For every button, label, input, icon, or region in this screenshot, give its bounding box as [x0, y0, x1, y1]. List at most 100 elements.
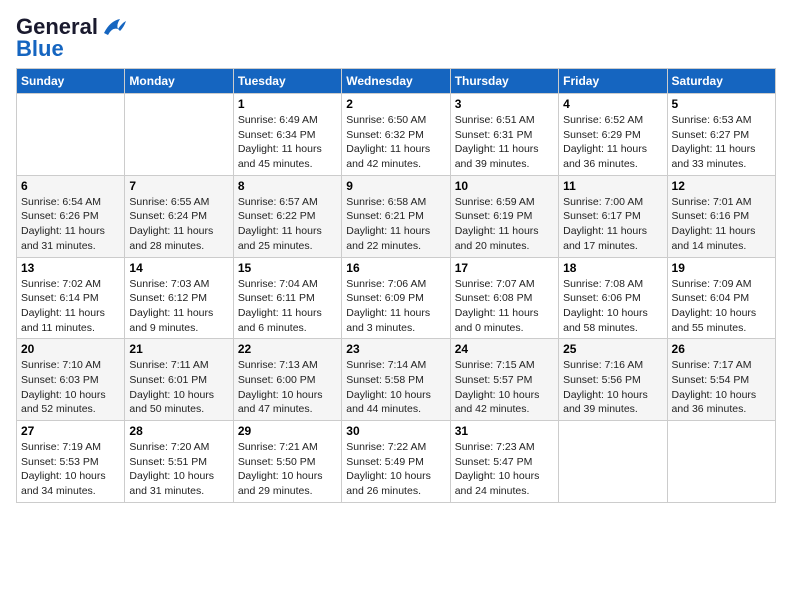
calendar-week-row: 20 Sunrise: 7:10 AM Sunset: 6:03 PM Dayli… — [17, 339, 776, 421]
calendar-week-row: 13 Sunrise: 7:02 AM Sunset: 6:14 PM Dayli… — [17, 257, 776, 339]
day-number: 11 — [563, 179, 662, 193]
calendar-day-cell: 13 Sunrise: 7:02 AM Sunset: 6:14 PM Dayli… — [17, 257, 125, 339]
day-info: Sunrise: 7:20 AM Sunset: 5:51 PM Dayligh… — [129, 440, 228, 499]
day-info: Sunrise: 7:19 AM Sunset: 5:53 PM Dayligh… — [21, 440, 120, 499]
weekday-header: Sunday — [17, 69, 125, 94]
logo-general: General — [16, 16, 98, 38]
day-number: 19 — [672, 261, 771, 275]
day-number: 24 — [455, 342, 554, 356]
day-info: Sunrise: 6:55 AM Sunset: 6:24 PM Dayligh… — [129, 195, 228, 254]
day-info: Sunrise: 6:52 AM Sunset: 6:29 PM Dayligh… — [563, 113, 662, 172]
day-info: Sunrise: 7:23 AM Sunset: 5:47 PM Dayligh… — [455, 440, 554, 499]
calendar-day-cell: 9 Sunrise: 6:58 AM Sunset: 6:21 PM Daylig… — [342, 175, 450, 257]
calendar-day-cell: 11 Sunrise: 7:00 AM Sunset: 6:17 PM Dayli… — [559, 175, 667, 257]
day-number: 7 — [129, 179, 228, 193]
day-info: Sunrise: 7:01 AM Sunset: 6:16 PM Dayligh… — [672, 195, 771, 254]
day-info: Sunrise: 7:08 AM Sunset: 6:06 PM Dayligh… — [563, 277, 662, 336]
day-number: 10 — [455, 179, 554, 193]
calendar-day-cell: 16 Sunrise: 7:06 AM Sunset: 6:09 PM Dayli… — [342, 257, 450, 339]
day-number: 16 — [346, 261, 445, 275]
day-info: Sunrise: 7:09 AM Sunset: 6:04 PM Dayligh… — [672, 277, 771, 336]
calendar-day-cell: 4 Sunrise: 6:52 AM Sunset: 6:29 PM Daylig… — [559, 94, 667, 176]
day-number: 14 — [129, 261, 228, 275]
day-number: 15 — [238, 261, 337, 275]
calendar-week-row: 6 Sunrise: 6:54 AM Sunset: 6:26 PM Daylig… — [17, 175, 776, 257]
calendar-day-cell — [17, 94, 125, 176]
calendar-day-cell: 25 Sunrise: 7:16 AM Sunset: 5:56 PM Dayli… — [559, 339, 667, 421]
calendar-week-row: 1Sunrise: 6:49 AM Sunset: 6:34 PM Daylig… — [17, 94, 776, 176]
weekday-header: Wednesday — [342, 69, 450, 94]
day-info: Sunrise: 6:57 AM Sunset: 6:22 PM Dayligh… — [238, 195, 337, 254]
day-info: Sunrise: 7:06 AM Sunset: 6:09 PM Dayligh… — [346, 277, 445, 336]
day-info: Sunrise: 7:00 AM Sunset: 6:17 PM Dayligh… — [563, 195, 662, 254]
day-number: 17 — [455, 261, 554, 275]
calendar-day-cell — [125, 94, 233, 176]
calendar-day-cell: 26Sunrise: 7:17 AM Sunset: 5:54 PM Dayli… — [667, 339, 775, 421]
day-number: 23 — [346, 342, 445, 356]
day-info: Sunrise: 6:50 AM Sunset: 6:32 PM Dayligh… — [346, 113, 445, 172]
calendar-day-cell: 14 Sunrise: 7:03 AM Sunset: 6:12 PM Dayli… — [125, 257, 233, 339]
day-number: 26 — [672, 342, 771, 356]
day-number: 25 — [563, 342, 662, 356]
day-info: Sunrise: 7:10 AM Sunset: 6:03 PM Dayligh… — [21, 358, 120, 417]
calendar-day-cell: 22 Sunrise: 7:13 AM Sunset: 6:00 PM Dayli… — [233, 339, 341, 421]
calendar-day-cell: 30 Sunrise: 7:22 AM Sunset: 5:49 PM Dayli… — [342, 421, 450, 503]
day-number: 28 — [129, 424, 228, 438]
day-number: 9 — [346, 179, 445, 193]
calendar-day-cell: 15Sunrise: 7:04 AM Sunset: 6:11 PM Dayli… — [233, 257, 341, 339]
day-info: Sunrise: 7:03 AM Sunset: 6:12 PM Dayligh… — [129, 277, 228, 336]
calendar-header-row: SundayMondayTuesdayWednesdayThursdayFrid… — [17, 69, 776, 94]
day-info: Sunrise: 7:11 AM Sunset: 6:01 PM Dayligh… — [129, 358, 228, 417]
day-number: 4 — [563, 97, 662, 111]
day-number: 3 — [455, 97, 554, 111]
day-number: 5 — [672, 97, 771, 111]
calendar-week-row: 27 Sunrise: 7:19 AM Sunset: 5:53 PM Dayli… — [17, 421, 776, 503]
calendar-day-cell: 31 Sunrise: 7:23 AM Sunset: 5:47 PM Dayli… — [450, 421, 558, 503]
day-number: 29 — [238, 424, 337, 438]
weekday-header: Friday — [559, 69, 667, 94]
day-info: Sunrise: 7:21 AM Sunset: 5:50 PM Dayligh… — [238, 440, 337, 499]
day-info: Sunrise: 7:07 AM Sunset: 6:08 PM Dayligh… — [455, 277, 554, 336]
calendar-day-cell: 2 Sunrise: 6:50 AM Sunset: 6:32 PM Daylig… — [342, 94, 450, 176]
calendar-day-cell: 24 Sunrise: 7:15 AM Sunset: 5:57 PM Dayli… — [450, 339, 558, 421]
day-info: Sunrise: 6:58 AM Sunset: 6:21 PM Dayligh… — [346, 195, 445, 254]
calendar-day-cell: 7 Sunrise: 6:55 AM Sunset: 6:24 PM Daylig… — [125, 175, 233, 257]
day-number: 22 — [238, 342, 337, 356]
day-number: 20 — [21, 342, 120, 356]
day-info: Sunrise: 7:16 AM Sunset: 5:56 PM Dayligh… — [563, 358, 662, 417]
day-number: 30 — [346, 424, 445, 438]
calendar-day-cell: 29 Sunrise: 7:21 AM Sunset: 5:50 PM Dayli… — [233, 421, 341, 503]
calendar-day-cell: 19 Sunrise: 7:09 AM Sunset: 6:04 PM Dayli… — [667, 257, 775, 339]
logo-blue: Blue — [16, 38, 64, 60]
calendar-day-cell: 1Sunrise: 6:49 AM Sunset: 6:34 PM Daylig… — [233, 94, 341, 176]
day-info: Sunrise: 7:14 AM Sunset: 5:58 PM Dayligh… — [346, 358, 445, 417]
day-number: 18 — [563, 261, 662, 275]
weekday-header: Thursday — [450, 69, 558, 94]
day-info: Sunrise: 6:59 AM Sunset: 6:19 PM Dayligh… — [455, 195, 554, 254]
calendar-day-cell: 6 Sunrise: 6:54 AM Sunset: 6:26 PM Daylig… — [17, 175, 125, 257]
calendar-day-cell: 10 Sunrise: 6:59 AM Sunset: 6:19 PM Dayli… — [450, 175, 558, 257]
weekday-header: Saturday — [667, 69, 775, 94]
calendar-day-cell: 23 Sunrise: 7:14 AM Sunset: 5:58 PM Dayli… — [342, 339, 450, 421]
weekday-header: Monday — [125, 69, 233, 94]
calendar-day-cell: 17 Sunrise: 7:07 AM Sunset: 6:08 PM Dayli… — [450, 257, 558, 339]
day-info: Sunrise: 7:02 AM Sunset: 6:14 PM Dayligh… — [21, 277, 120, 336]
calendar-day-cell — [667, 421, 775, 503]
day-number: 2 — [346, 97, 445, 111]
day-info: Sunrise: 7:13 AM Sunset: 6:00 PM Dayligh… — [238, 358, 337, 417]
day-number: 27 — [21, 424, 120, 438]
day-number: 6 — [21, 179, 120, 193]
day-number: 13 — [21, 261, 120, 275]
day-number: 1 — [238, 97, 337, 111]
calendar-day-cell: 20 Sunrise: 7:10 AM Sunset: 6:03 PM Dayli… — [17, 339, 125, 421]
day-number: 21 — [129, 342, 228, 356]
day-number: 8 — [238, 179, 337, 193]
day-info: Sunrise: 6:54 AM Sunset: 6:26 PM Dayligh… — [21, 195, 120, 254]
day-number: 31 — [455, 424, 554, 438]
weekday-header: Tuesday — [233, 69, 341, 94]
day-info: Sunrise: 7:22 AM Sunset: 5:49 PM Dayligh… — [346, 440, 445, 499]
day-info: Sunrise: 6:53 AM Sunset: 6:27 PM Dayligh… — [672, 113, 771, 172]
calendar-day-cell: 5 Sunrise: 6:53 AM Sunset: 6:27 PM Daylig… — [667, 94, 775, 176]
calendar-day-cell: 28 Sunrise: 7:20 AM Sunset: 5:51 PM Dayli… — [125, 421, 233, 503]
day-info: Sunrise: 7:15 AM Sunset: 5:57 PM Dayligh… — [455, 358, 554, 417]
